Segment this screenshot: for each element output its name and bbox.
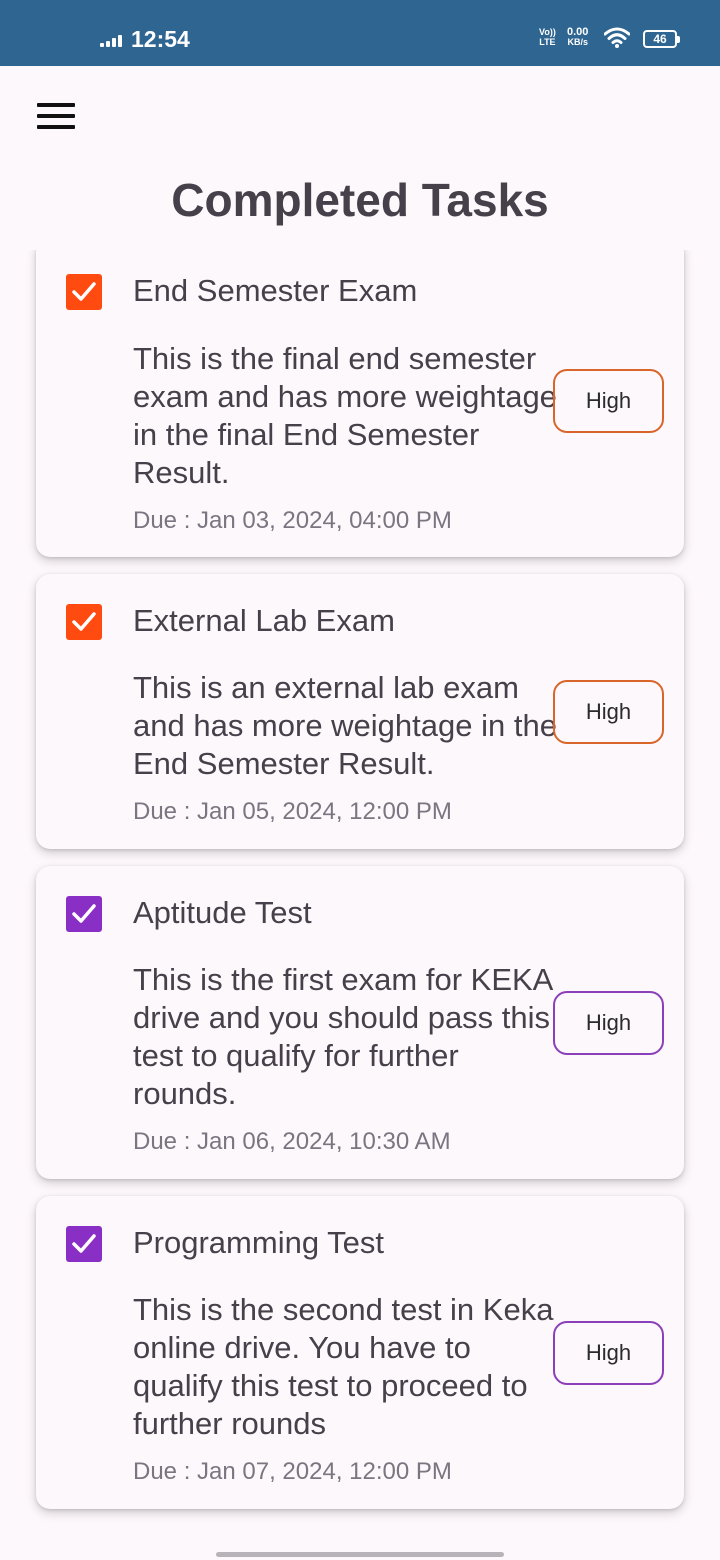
volte-bottom-label: LTE (539, 37, 556, 47)
menu-icon[interactable] (37, 103, 75, 129)
volte-top-label: Vo)) (539, 27, 556, 37)
priority-button[interactable]: High (553, 1321, 664, 1385)
task-title: Aptitude Test (133, 895, 312, 930)
task-title: End Semester Exam (133, 273, 418, 308)
network-speed-unit: KB/s (567, 37, 588, 47)
checkmark-icon (72, 612, 96, 631)
task-checkbox[interactable] (66, 274, 102, 310)
checkmark-icon (72, 282, 96, 301)
task-checkbox[interactable] (66, 1226, 102, 1262)
volte-icon: Vo)) LTE (539, 27, 556, 47)
battery-icon: 46 (643, 30, 680, 48)
status-bar: 12:54 Vo)) LTE 0.00 KB/s 46 (0, 0, 720, 66)
home-indicator[interactable] (216, 1552, 504, 1557)
page-title: Completed Tasks (171, 174, 549, 226)
task-due-date: Due : Jan 06, 2024, 10:30 AM (133, 1128, 451, 1155)
wifi-icon (604, 27, 630, 48)
network-speed: 0.00 KB/s (567, 26, 589, 48)
priority-button[interactable]: High (553, 680, 664, 744)
network-speed-value: 0.00 (567, 26, 589, 38)
task-title: External Lab Exam (133, 603, 395, 638)
task-description: This is the first exam for KEKA drive an… (133, 962, 552, 1111)
task-checkbox[interactable] (66, 896, 102, 932)
priority-button[interactable]: High (553, 991, 664, 1055)
task-card[interactable]: Programming Test This is the second test… (36, 1196, 684, 1509)
task-description: This is an external lab exam and has mor… (133, 670, 557, 781)
signal-icon (100, 35, 124, 47)
task-description: This is the second test in Keka online d… (133, 1292, 554, 1441)
task-card[interactable]: Aptitude Test This is the first exam for… (36, 866, 684, 1179)
task-card[interactable]: End Semester Exam This is the final end … (36, 250, 684, 557)
status-time: 12:54 (131, 26, 190, 52)
task-due-date: Due : Jan 05, 2024, 12:00 PM (133, 798, 452, 825)
priority-button[interactable]: High (553, 369, 664, 433)
checkmark-icon (72, 1234, 96, 1253)
task-description: This is the final end semester exam and … (133, 341, 557, 490)
task-card[interactable]: External Lab Exam This is an external la… (36, 574, 684, 849)
task-checkbox[interactable] (66, 604, 102, 640)
task-due-date: Due : Jan 07, 2024, 12:00 PM (133, 1458, 452, 1485)
task-list[interactable]: End Semester Exam This is the final end … (0, 250, 720, 1540)
checkmark-icon (72, 904, 96, 923)
task-due-date: Due : Jan 03, 2024, 04:00 PM (133, 507, 452, 534)
task-title: Programming Test (133, 1225, 384, 1260)
